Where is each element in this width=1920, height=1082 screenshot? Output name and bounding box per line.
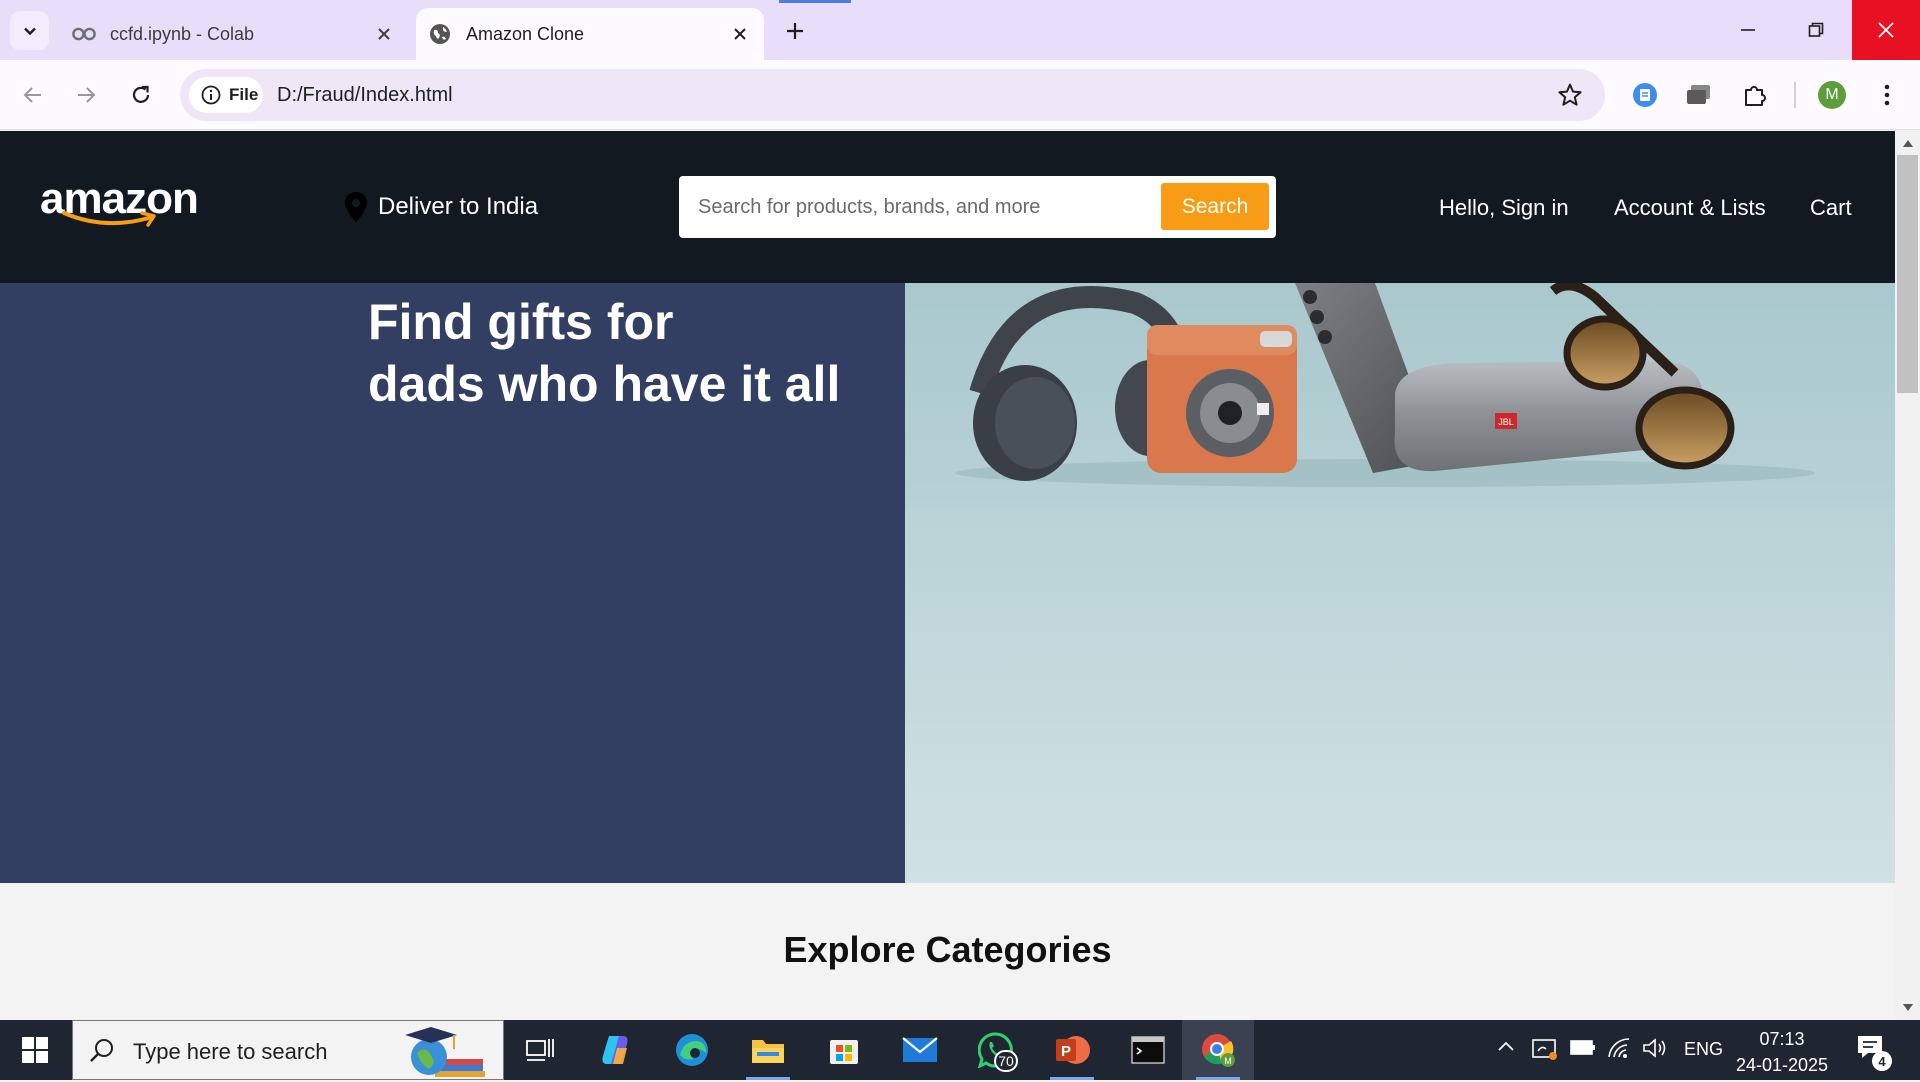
- forward-arrow-icon: [78, 87, 96, 103]
- task-view-icon[interactable]: [504, 1020, 576, 1080]
- info-icon: [201, 85, 221, 105]
- site-info-chip[interactable]: File: [189, 77, 263, 113]
- minimize-icon: [1741, 29, 1755, 31]
- tab-title: Amazon Clone: [466, 23, 585, 44]
- scrollbar-thumb[interactable]: [1897, 155, 1918, 393]
- profile-avatar[interactable]: M: [1818, 81, 1846, 109]
- restore-button[interactable]: [1782, 0, 1850, 60]
- restore-icon: [1808, 22, 1824, 37]
- wifi-icon[interactable]: [1607, 1037, 1631, 1059]
- battery-icon[interactable]: [1570, 1037, 1596, 1057]
- tab-amazon-clone[interactable]: Amazon Clone: [416, 8, 764, 60]
- forward-button[interactable]: [68, 77, 104, 113]
- back-arrow-icon: [23, 87, 41, 103]
- location-pin-icon: [344, 191, 368, 223]
- meet-now-icon[interactable]: [1532, 1037, 1558, 1061]
- start-button[interactable]: [0, 1020, 70, 1080]
- extension-screen-icon[interactable]: [1684, 80, 1714, 110]
- page-viewport: amazon Deliver to India Search Hello, Si…: [0, 131, 1895, 1019]
- search-bar: Search: [679, 176, 1276, 238]
- terminal-icon[interactable]: [1112, 1020, 1184, 1080]
- address-bar[interactable]: File D:/Fraud/Index.html: [180, 69, 1605, 121]
- hero-title-line-1: Find gifts for: [368, 294, 674, 350]
- deliver-to-location[interactable]: Deliver to India: [344, 191, 538, 223]
- hero-banner[interactable]: Find gifts for dads who have it all JBL: [0, 283, 1895, 883]
- tab-loading-indicator: [779, 0, 851, 3]
- windows-taskbar: Type here to search 70 P M ENG 07:13 24-…: [0, 1020, 1920, 1080]
- copilot-icon[interactable]: [580, 1020, 652, 1080]
- search-highlight-graduation-icon: [395, 1025, 487, 1082]
- search-icon: [89, 1037, 115, 1068]
- microsoft-store-icon[interactable]: [808, 1020, 880, 1080]
- browser-menu-icon[interactable]: [1872, 80, 1902, 110]
- mail-icon[interactable]: [884, 1020, 956, 1080]
- input-language[interactable]: ENG: [1684, 1039, 1723, 1060]
- close-tab-icon[interactable]: [370, 20, 398, 48]
- account-lists-link[interactable]: Account & Lists: [1614, 195, 1766, 221]
- system-clock[interactable]: 07:13 24-01-2025: [1734, 1026, 1830, 1078]
- back-button[interactable]: [15, 77, 51, 113]
- clock-date: 24-01-2025: [1735, 1055, 1829, 1075]
- svg-text:P: P: [1061, 1043, 1071, 1060]
- deliver-label: Deliver to India: [378, 193, 539, 220]
- volume-icon[interactable]: [1642, 1037, 1668, 1059]
- reload-button[interactable]: [123, 77, 159, 113]
- notification-count-badge: 4: [1872, 1051, 1892, 1071]
- svg-text:M: M: [1224, 1056, 1232, 1066]
- url-text[interactable]: D:/Fraud/Index.html: [277, 84, 453, 107]
- cart-link[interactable]: Cart: [1810, 195, 1852, 221]
- instant-camera-image: [1147, 325, 1297, 473]
- notification-center-icon[interactable]: 4: [1856, 1034, 1892, 1071]
- tab-colab[interactable]: ccfd.ipynb - Colab: [60, 8, 408, 60]
- scheme-label: File: [229, 85, 259, 104]
- show-hidden-icons-chevron[interactable]: [1496, 1037, 1516, 1057]
- hero-product-image: JBL: [905, 283, 1895, 883]
- extensions-puzzle-icon[interactable]: [1740, 80, 1770, 110]
- toolbar-separator: [1794, 82, 1796, 108]
- search-input[interactable]: [679, 176, 1159, 238]
- hero-text-panel: Find gifts for dads who have it all: [0, 283, 905, 883]
- file-explorer-icon[interactable]: [732, 1020, 804, 1080]
- new-tab-button[interactable]: [778, 14, 812, 48]
- minimize-button[interactable]: [1714, 0, 1782, 60]
- scroll-up-icon[interactable]: [1901, 137, 1914, 150]
- sign-in-link[interactable]: Hello, Sign in: [1439, 195, 1569, 221]
- powerpoint-icon[interactable]: P: [1036, 1020, 1108, 1080]
- gift-products-illustration: JBL: [955, 283, 1815, 487]
- browser-toolbar: File D:/Fraud/Index.html M: [0, 60, 1920, 130]
- clock-time: 07:13: [1759, 1029, 1805, 1049]
- whatsapp-icon[interactable]: 70: [960, 1020, 1032, 1080]
- plus-icon: [787, 23, 803, 39]
- amazon-logo[interactable]: amazon: [40, 177, 199, 227]
- edge-icon[interactable]: [656, 1020, 728, 1080]
- reload-icon: [132, 85, 150, 103]
- speaker-brand-label: JBL: [1498, 417, 1514, 427]
- tab-search-button[interactable]: [10, 11, 49, 50]
- close-window-button[interactable]: [1852, 0, 1920, 60]
- bookmark-star-icon[interactable]: [1557, 82, 1583, 113]
- globe-icon: [428, 22, 452, 46]
- tab-title: ccfd.ipynb - Colab: [110, 23, 255, 44]
- browser-tabstrip: ccfd.ipynb - Colab Amazon Clone: [0, 0, 1920, 60]
- search-button[interactable]: Search: [1161, 183, 1269, 230]
- chevron-down-icon: [23, 27, 36, 35]
- close-tab-icon[interactable]: [726, 20, 754, 48]
- smile-arrow-icon: [62, 211, 156, 227]
- windows-logo-icon: [22, 1037, 48, 1063]
- chrome-icon[interactable]: M: [1182, 1020, 1254, 1080]
- page-scrollbar[interactable]: [1895, 131, 1920, 1019]
- scroll-down-icon[interactable]: [1901, 1001, 1914, 1014]
- taskbar-search-box[interactable]: Type here to search: [72, 1020, 504, 1080]
- site-header: amazon Deliver to India Search Hello, Si…: [0, 131, 1895, 283]
- hero-title-line-2: dads who have it all: [368, 356, 841, 412]
- taskbar-search-placeholder: Type here to search: [133, 1039, 328, 1064]
- close-icon: [1878, 22, 1894, 38]
- colab-icon: [72, 22, 96, 46]
- whatsapp-unread-badge: 70: [994, 1050, 1018, 1072]
- hero-title: Find gifts for dads who have it all: [368, 291, 888, 415]
- section-title: Explore Categories: [783, 929, 1112, 970]
- extension-docs-icon[interactable]: [1630, 80, 1660, 110]
